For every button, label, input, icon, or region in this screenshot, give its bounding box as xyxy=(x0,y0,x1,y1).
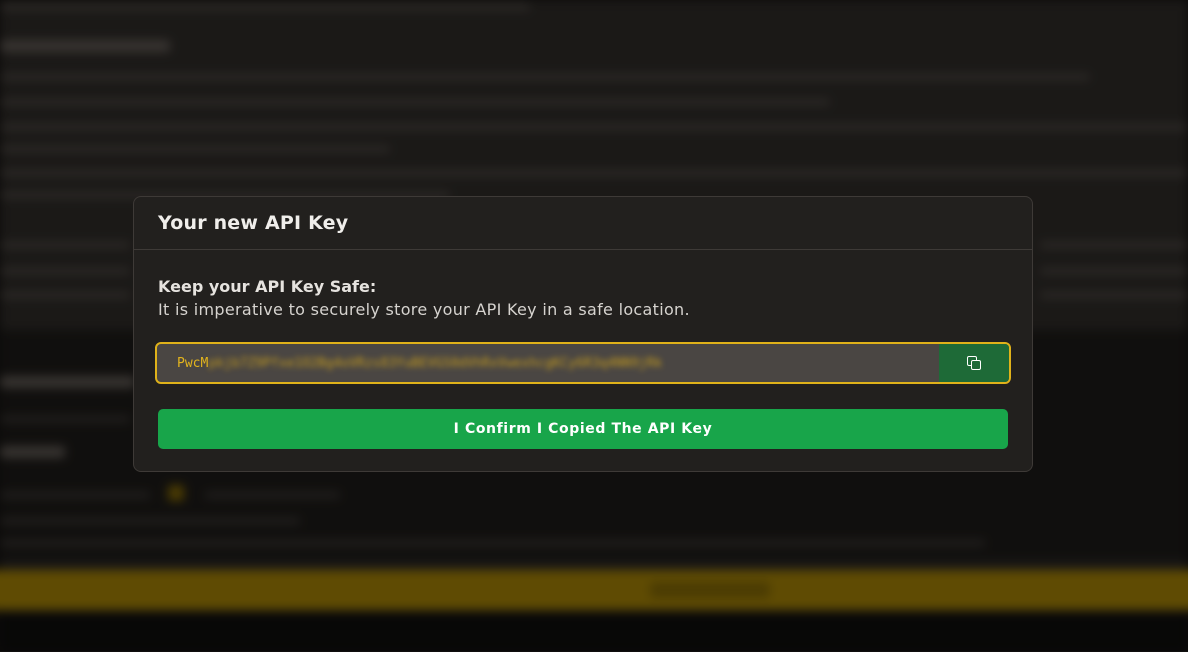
api-key-modal: Your new API Key Keep your API Key Safe:… xyxy=(133,196,1033,472)
copy-api-key-button[interactable] xyxy=(939,344,1009,382)
warning-text: It is imperative to securely store your … xyxy=(158,300,690,319)
api-key-field[interactable]: PwcM pkjb7Z9Pfxe1O2Bg4oVRzs83YuBEVGS0dVhR… xyxy=(157,344,939,382)
modal-header: Your new API Key xyxy=(134,197,1032,250)
modal-title: Your new API Key xyxy=(158,212,349,234)
copy-icon xyxy=(966,355,982,371)
api-key-visible-prefix: PwcM xyxy=(177,355,209,371)
warning-title: Keep your API Key Safe: xyxy=(158,277,377,296)
api-key-blurred-value: pkjb7Z9Pfxe1O2Bg4oVRzs83YuBEVGS0dVhRxVwe… xyxy=(208,355,663,371)
api-key-field-group: PwcM pkjb7Z9Pfxe1O2Bg4oVRzs83YuBEVGS0dVhR… xyxy=(155,342,1011,384)
confirm-copied-button[interactable]: I Confirm I Copied The API Key xyxy=(158,409,1008,449)
modal-body: Keep your API Key Safe: It is imperative… xyxy=(134,250,1032,449)
